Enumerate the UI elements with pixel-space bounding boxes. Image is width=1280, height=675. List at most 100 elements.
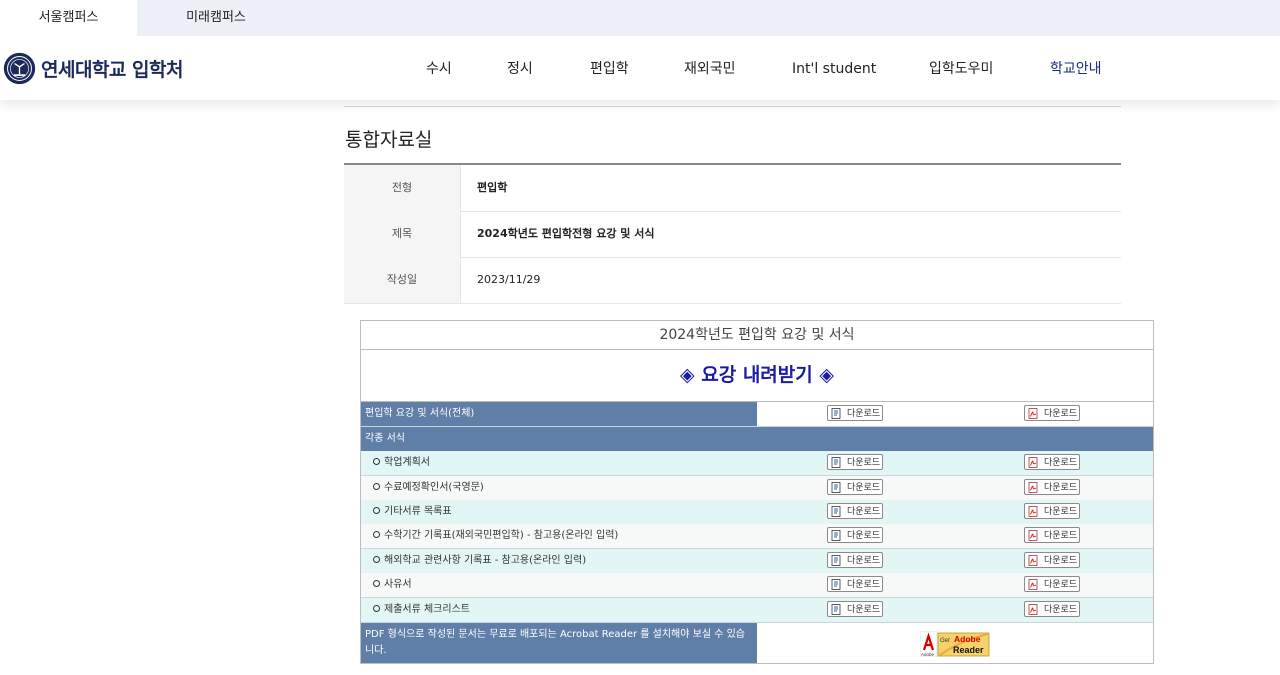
row-label: 수학기간 기록표(재외국민편입학) - 참고용(온라인 입력) [373,524,618,548]
download-row-full: 편입학 요강 및 서식(전체) 다운로드 다운로드 [361,402,1153,427]
download-row-overseas-school-record: 해외학교 관련사항 기록표 - 참고용(온라인 입력) 다운로드 다운로드 [361,549,1153,574]
hwp-file-icon [831,408,841,419]
nav-jeongsi[interactable]: 정시 [507,36,533,100]
bullet-icon [373,579,380,587]
nav-school-info[interactable]: 학교안내 [1050,36,1102,100]
pdf-download-button[interactable]: 다운로드 [1024,503,1080,519]
hwp-file-icon [831,457,841,468]
site-header: 연세대학교 입학처 수시 정시 편입학 재외국민 Int'l student 입… [0,36,1280,100]
tab-mirae-campus[interactable]: 미래캠퍼스 [137,0,295,36]
pdf-file-icon [1028,555,1038,566]
download-label: 다운로드 [847,458,881,468]
pdf-download-button[interactable]: 다운로드 [1024,454,1080,470]
download-label: 다운로드 [847,409,881,419]
campus-tab-bar: 서울캠퍼스 미래캠퍼스 [0,0,1280,36]
bullet-icon [373,604,380,612]
bullet-icon [373,457,380,465]
pdf-file-icon [1028,457,1038,468]
svg-text:Reader: Reader [953,645,984,655]
nav-admission-helper[interactable]: 입학도우미 [929,36,993,100]
svg-text:Adobe: Adobe [954,634,981,644]
item-label: 해외학교 관련사항 기록표 - 참고용(온라인 입력) [384,555,587,566]
svg-text:Adobe: Adobe [921,652,935,657]
hwp-file-icon [831,530,841,541]
download-row-study-plan: 학업계획서 다운로드 다운로드 [361,451,1153,476]
info-label: 전형 [344,165,461,211]
hwp-file-icon [831,555,841,566]
acrobat-notice: PDF 형식으로 작성된 문서는 무료로 배포되는 Acrobat Reader… [361,623,757,663]
download-label: 다운로드 [847,580,881,590]
pdf-file-icon [1028,604,1038,615]
row-label: 해외학교 관련사항 기록표 - 참고용(온라인 입력) [373,549,586,573]
pdf-download-button[interactable]: 다운로드 [1024,552,1080,568]
nav-susi[interactable]: 수시 [426,36,452,100]
row-label: 기타서류 목록표 [373,500,452,524]
item-label: 제출서류 체크리스트 [384,604,470,615]
row-label: 사유서 [373,573,412,597]
pdf-download-button[interactable]: 다운로드 [1024,405,1080,421]
download-label: 다운로드 [1044,556,1078,566]
page-title: 통합자료실 [345,129,433,151]
download-table-heading: 2024학년도 편입학 요강 및 서식 [361,321,1153,350]
guide-download-banner: ◈ 요강 내려받기 ◈ [361,350,1153,402]
download-label: 다운로드 [847,483,881,493]
hwp-download-button[interactable]: 다운로드 [827,601,883,617]
download-label: 다운로드 [1044,605,1078,615]
hwp-file-icon [831,482,841,493]
tab-seoul-campus[interactable]: 서울캠퍼스 [0,0,137,36]
download-label: 다운로드 [1044,580,1078,590]
download-label: 다운로드 [847,556,881,566]
info-row-type: 전형 편입학 [344,165,1121,212]
get-adobe-reader-button[interactable]: Adobe Get Adobe Reader [920,631,990,657]
download-row-study-period-record: 수학기간 기록표(재외국민편입학) - 참고용(온라인 입력) 다운로드 다운로… [361,524,1153,549]
info-value: 2024학년도 편입학전형 요강 및 서식 [477,227,655,240]
item-label: 학업계획서 [384,457,430,468]
download-label: 다운로드 [1044,531,1078,541]
bullet-icon [373,555,380,563]
download-table: 2024학년도 편입학 요강 및 서식 ◈ 요강 내려받기 ◈ 편입학 요강 및… [360,320,1154,664]
bullet-icon [373,530,380,538]
pdf-file-icon [1028,579,1038,590]
pdf-download-button[interactable]: 다운로드 [1024,601,1080,617]
download-label: 다운로드 [847,531,881,541]
hwp-file-icon [831,506,841,517]
site-logo[interactable]: 연세대학교 입학처 [3,51,183,85]
item-label: 수학기간 기록표(재외국민편입학) - 참고용(온라인 입력) [384,530,619,541]
hwp-download-button[interactable]: 다운로드 [827,454,883,470]
item-label: 수료예정확인서(국영문) [384,482,484,493]
info-row-date: 작성일 2023/11/29 [344,257,1121,304]
download-label: 다운로드 [1044,507,1078,517]
pdf-file-icon [1028,408,1038,419]
nav-transfer[interactable]: 편입학 [590,36,629,100]
row-label: 제출서류 체크리스트 [373,598,470,622]
hwp-download-button[interactable]: 다운로드 [827,405,883,421]
nav-intl-student[interactable]: Int'l student [792,36,876,100]
nav-overseas-korean[interactable]: 재외국민 [684,36,736,100]
bullet-icon [373,482,380,490]
hwp-download-button[interactable]: 다운로드 [827,576,883,592]
info-value: 편입학 [477,181,508,194]
download-row-statement-of-reason: 사유서 다운로드 다운로드 [361,573,1153,598]
item-label: 기타서류 목록표 [384,506,452,517]
download-label: 다운로드 [1044,458,1078,468]
info-label: 작성일 [344,257,461,303]
pdf-download-button[interactable]: 다운로드 [1024,479,1080,495]
pdf-download-button[interactable]: 다운로드 [1024,527,1080,543]
pdf-download-button[interactable]: 다운로드 [1024,576,1080,592]
svg-text:Get: Get [940,638,950,644]
row-label: 학업계획서 [373,451,430,475]
hwp-download-button[interactable]: 다운로드 [827,552,883,568]
content-top-divider [344,106,1121,107]
download-label: 다운로드 [847,507,881,517]
hwp-download-button[interactable]: 다운로드 [827,503,883,519]
pdf-file-icon [1028,482,1038,493]
download-label: 다운로드 [1044,409,1078,419]
hwp-file-icon [831,604,841,615]
section-label: 각종 서식 [365,433,405,444]
brand-name: 연세대학교 입학처 [41,58,183,81]
item-label: 사유서 [384,579,412,590]
hwp-download-button[interactable]: 다운로드 [827,479,883,495]
hwp-file-icon [831,579,841,590]
hwp-download-button[interactable]: 다운로드 [827,527,883,543]
pdf-file-icon [1028,530,1038,541]
